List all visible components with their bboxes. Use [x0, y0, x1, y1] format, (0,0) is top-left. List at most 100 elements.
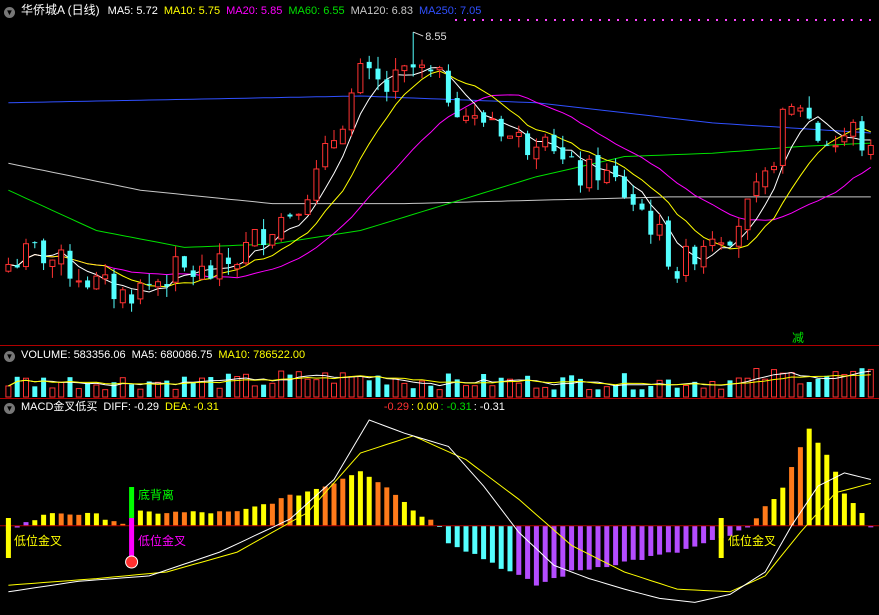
main-panel-header: 华侨城A (日线) MA5: 5.72 MA10: 5.75 MA20: 5.85 MA… [4, 2, 487, 18]
candle-body-down [613, 165, 619, 178]
candle-body-up [49, 259, 56, 267]
candle-body-up [278, 216, 285, 240]
candle-body-up [348, 92, 355, 131]
candle-body-down [410, 64, 416, 68]
ma250-line [8, 95, 871, 134]
volume-bar-up [867, 368, 874, 398]
signal-bar-low-cross-3 [718, 518, 724, 558]
candle-body-down [32, 242, 38, 244]
volume-bar-down [639, 389, 645, 397]
macd-histogram-bar [401, 501, 407, 526]
macd-panel-menu-icon[interactable] [4, 403, 15, 414]
macd-histogram-bar [621, 525, 627, 562]
buy-signal-icon [125, 555, 139, 569]
macd-histogram-bar [498, 525, 504, 569]
macd-histogram-bar [595, 525, 601, 568]
top-dot-mark [680, 19, 682, 21]
volume-bar-up [533, 387, 540, 398]
volume-bar-up [683, 384, 689, 398]
candle-body-down [692, 246, 698, 265]
volume-bar-up [753, 368, 760, 398]
candle-body-down [621, 176, 627, 198]
top-dot-mark [608, 19, 610, 21]
macd-histogram-bar [683, 525, 689, 549]
ma120-line [8, 162, 871, 205]
macd-histogram-bar [692, 525, 698, 547]
candle-body-up [533, 146, 540, 160]
macd-histogram-bar [243, 508, 249, 526]
top-dot-mark [518, 19, 520, 21]
volume-bar-down [665, 379, 671, 397]
top-dot-mark [707, 19, 709, 21]
macd-histogram-bar [833, 471, 839, 526]
volume-bar-up [436, 389, 443, 398]
volume-bar-up [5, 385, 12, 398]
top-dot-mark [545, 19, 547, 21]
macd-histogram-bar [736, 525, 742, 531]
macd-histogram-bar [489, 525, 495, 563]
candle-body-up [93, 275, 100, 290]
candle-body-up [718, 242, 725, 245]
macd-panel-header: MACD金叉低买 DIFF: -0.29 DEA: -0.31 -0.29: 0.0… [4, 399, 511, 415]
macd-dea-line [8, 435, 871, 593]
candle-body-up [295, 213, 302, 216]
macd-histogram-bar [604, 525, 610, 568]
volume-bar-down [85, 383, 91, 397]
macd-histogram-bar [384, 487, 390, 526]
macd-histogram-bar [806, 428, 812, 526]
volume-bar-up [102, 389, 109, 398]
volume-bar-up [471, 385, 478, 398]
candle-body-down [287, 214, 293, 217]
macd-extra-1: -0.29 [383, 401, 409, 413]
candle-body-up [586, 158, 593, 189]
macd-histogram-bar [173, 511, 179, 526]
macd-histogram-bar [525, 525, 531, 579]
top-dot-mark [581, 19, 583, 21]
volume-bar-up [603, 386, 610, 398]
volume-bar-up [172, 388, 179, 398]
low-cross-label-2: 低位金叉 [138, 533, 186, 548]
volume-bar-down [674, 387, 680, 397]
candle-body-down [648, 210, 654, 235]
candle-body-down [454, 98, 460, 118]
macd-histogram-bar [269, 503, 275, 526]
ma5-value: MA5: 5.72 [107, 5, 158, 17]
candle-body-up [709, 238, 716, 247]
volume-bar-up [515, 382, 522, 398]
macd-histogram-bar [824, 454, 830, 526]
candle-body-up [797, 107, 804, 112]
macd-title: MACD金叉低买 [21, 401, 98, 413]
macd-histogram-bar [639, 525, 645, 560]
top-dot-mark [527, 19, 529, 21]
volume-bar-up [75, 388, 82, 398]
macd-histogram-bar [58, 513, 64, 526]
top-dot-mark [662, 19, 664, 21]
volume-panel-menu-icon[interactable] [4, 351, 15, 362]
candle-body-up [401, 65, 408, 72]
candle-body-up [172, 256, 179, 283]
candle-body-up [744, 198, 751, 231]
macd-histogram-bar [146, 511, 152, 526]
macd-dea-value: DEA: -0.31 [165, 401, 219, 413]
candle-body-down [67, 250, 73, 279]
top-dot-mark [752, 19, 754, 21]
candle-body-down [208, 265, 214, 279]
main-panel-menu-icon[interactable] [4, 7, 15, 18]
candle-body-up [436, 67, 443, 71]
volume-bar-up [278, 370, 285, 398]
volume-bar-down [261, 384, 267, 397]
ma20-value: MA20: 5.85 [226, 5, 283, 17]
macd-histogram-bar [234, 511, 240, 526]
macd-histogram-bar [542, 525, 548, 582]
top-dot-mark [860, 19, 862, 21]
macd-histogram-bar [850, 503, 856, 526]
candle-body-down [630, 194, 636, 205]
bottom-divergence-label: 底背离 [138, 487, 174, 502]
candle-body-up [75, 280, 82, 283]
candle-body-up [269, 234, 276, 246]
candle-body-down [384, 79, 390, 92]
top-dot-mark [842, 19, 844, 21]
volume-bar-up [735, 377, 742, 398]
stock-title: 华侨城A (日线) [21, 3, 100, 17]
top-dot-mark [626, 19, 628, 21]
